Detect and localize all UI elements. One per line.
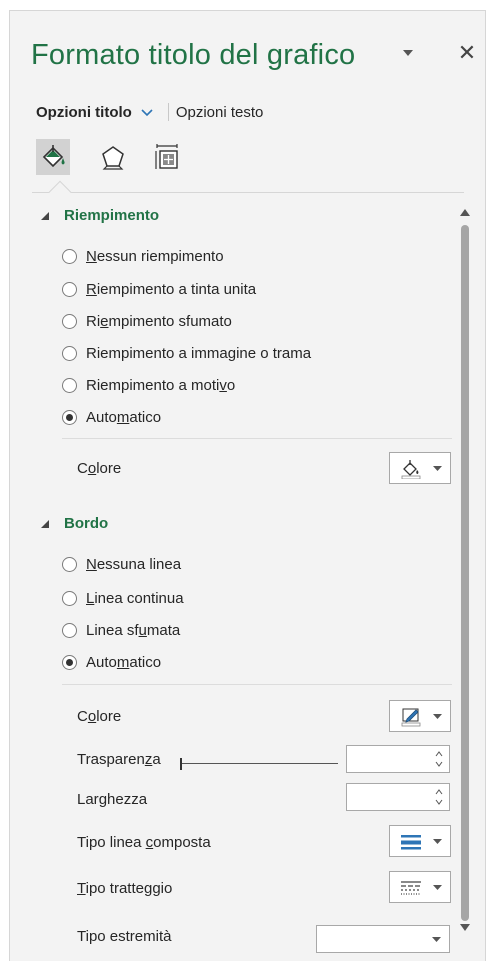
radio-label: Linea sfumata — [86, 622, 181, 639]
compound-type-picker[interactable] — [389, 825, 451, 857]
section-border-header[interactable]: Bordo — [40, 515, 108, 532]
radio-no-fill[interactable]: Nessun riempimento — [62, 248, 224, 265]
radio-button[interactable] — [62, 249, 77, 264]
radio-solid-fill[interactable]: Riempimento a tinta unita — [62, 281, 256, 298]
radio-no-line[interactable]: Nessuna linea — [62, 556, 181, 573]
radio-label: Linea continua — [86, 590, 184, 607]
radio-gradient-line[interactable]: Linea sfumata — [62, 622, 180, 639]
transparency-spinbox[interactable] — [346, 745, 450, 773]
width-label: Larghezza — [77, 791, 148, 808]
border-color-label: Colore — [77, 708, 122, 725]
cap-type-dropdown[interactable] — [316, 925, 450, 953]
tab-title-options[interactable]: Opzioni titolo — [36, 104, 132, 121]
radio-button-checked[interactable] — [62, 410, 77, 425]
radio-button-checked[interactable] — [62, 655, 77, 670]
compound-type-label: Tipo linea composta — [77, 834, 211, 851]
tab-separator — [167, 103, 169, 121]
collapse-triangle-icon — [41, 519, 49, 528]
spin-arrows-icon[interactable] — [435, 749, 443, 769]
radio-automatic-fill[interactable]: Automatico — [62, 409, 161, 426]
radio-button[interactable] — [62, 591, 77, 606]
effects-category[interactable] — [96, 139, 130, 175]
radio-button[interactable] — [62, 378, 77, 393]
paint-bucket-icon — [401, 460, 421, 479]
section-fill-title: Riempimento — [64, 207, 160, 224]
effects-icon — [102, 146, 124, 170]
slider-thumb[interactable] — [180, 758, 182, 770]
chevron-down-icon — [433, 466, 442, 471]
format-chart-title-pane: Formato titolo del grafico ✕ Opzioni tit… — [9, 10, 486, 961]
radio-picture-fill[interactable]: Riempimento a immagine o trama — [62, 345, 311, 362]
radio-button[interactable] — [62, 557, 77, 572]
transparency-label: Trasparenza — [77, 751, 161, 768]
section-fill-header[interactable]: Riempimento — [40, 207, 159, 224]
triangle-down-icon[interactable] — [400, 47, 416, 59]
radio-pattern-fill[interactable]: Riempimento a motivo — [62, 377, 235, 394]
width-spinbox[interactable] — [346, 783, 450, 811]
radio-label: Automatico — [86, 409, 162, 426]
chevron-down-icon — [433, 839, 442, 844]
radio-label: Riempimento a tinta unita — [86, 281, 257, 298]
dash-type-label: Tipo tratteggio — [77, 880, 173, 897]
radio-button[interactable] — [62, 282, 77, 297]
radio-label: Riempimento sfumato — [86, 313, 232, 330]
compound-lines-icon — [401, 835, 421, 850]
fill-line-icon — [42, 145, 65, 168]
scrollbar-thumb[interactable] — [461, 225, 469, 921]
collapse-triangle-icon — [41, 211, 49, 220]
border-color-picker[interactable] — [389, 700, 451, 732]
fill-color-label: Colore — [77, 460, 122, 477]
radio-label: Riempimento a immagine o trama — [86, 345, 312, 362]
chevron-down-icon — [433, 714, 442, 719]
radio-gradient-fill[interactable]: Riempimento sfumato — [62, 313, 232, 330]
chevron-down-icon — [432, 937, 441, 942]
section-border-title: Bordo — [64, 515, 109, 532]
dash-type-picker[interactable] — [389, 871, 451, 903]
chevron-down-icon[interactable] — [140, 107, 154, 117]
options-tabs: Opzioni titolo Opzioni testo — [36, 103, 263, 121]
scroll-down-arrow-icon[interactable] — [460, 924, 470, 932]
pen-icon — [401, 708, 421, 727]
chevron-down-icon — [433, 885, 442, 890]
pane-title: Formato titolo del grafico — [31, 39, 356, 71]
category-icons — [36, 139, 216, 185]
radio-button[interactable] — [62, 314, 77, 329]
border-divider — [62, 684, 452, 685]
spin-arrows-icon[interactable] — [435, 787, 443, 807]
radio-button[interactable] — [62, 346, 77, 361]
radio-solid-line[interactable]: Linea continua — [62, 590, 184, 607]
radio-label: Automatico — [86, 654, 162, 671]
category-separator — [32, 192, 464, 193]
fill-color-picker[interactable] — [389, 452, 451, 484]
slider-track — [182, 763, 338, 764]
radio-button[interactable] — [62, 623, 77, 638]
fill-line-category[interactable] — [36, 139, 70, 175]
radio-label: Riempimento a motivo — [86, 377, 236, 394]
radio-label: Nessuna linea — [86, 556, 182, 573]
fill-divider — [62, 438, 452, 439]
close-icon[interactable]: ✕ — [457, 41, 477, 65]
dash-lines-icon — [401, 881, 421, 895]
size-properties-icon — [155, 144, 178, 169]
size-properties-category[interactable] — [150, 139, 184, 175]
cap-type-label: Tipo estremità — [77, 928, 172, 945]
scroll-up-arrow-icon[interactable] — [460, 208, 470, 216]
radio-automatic-line[interactable]: Automatico — [62, 654, 161, 671]
radio-label: Nessun riempimento — [86, 248, 224, 265]
transparency-slider[interactable] — [180, 757, 340, 771]
tab-text-options[interactable]: Opzioni testo — [176, 104, 264, 121]
